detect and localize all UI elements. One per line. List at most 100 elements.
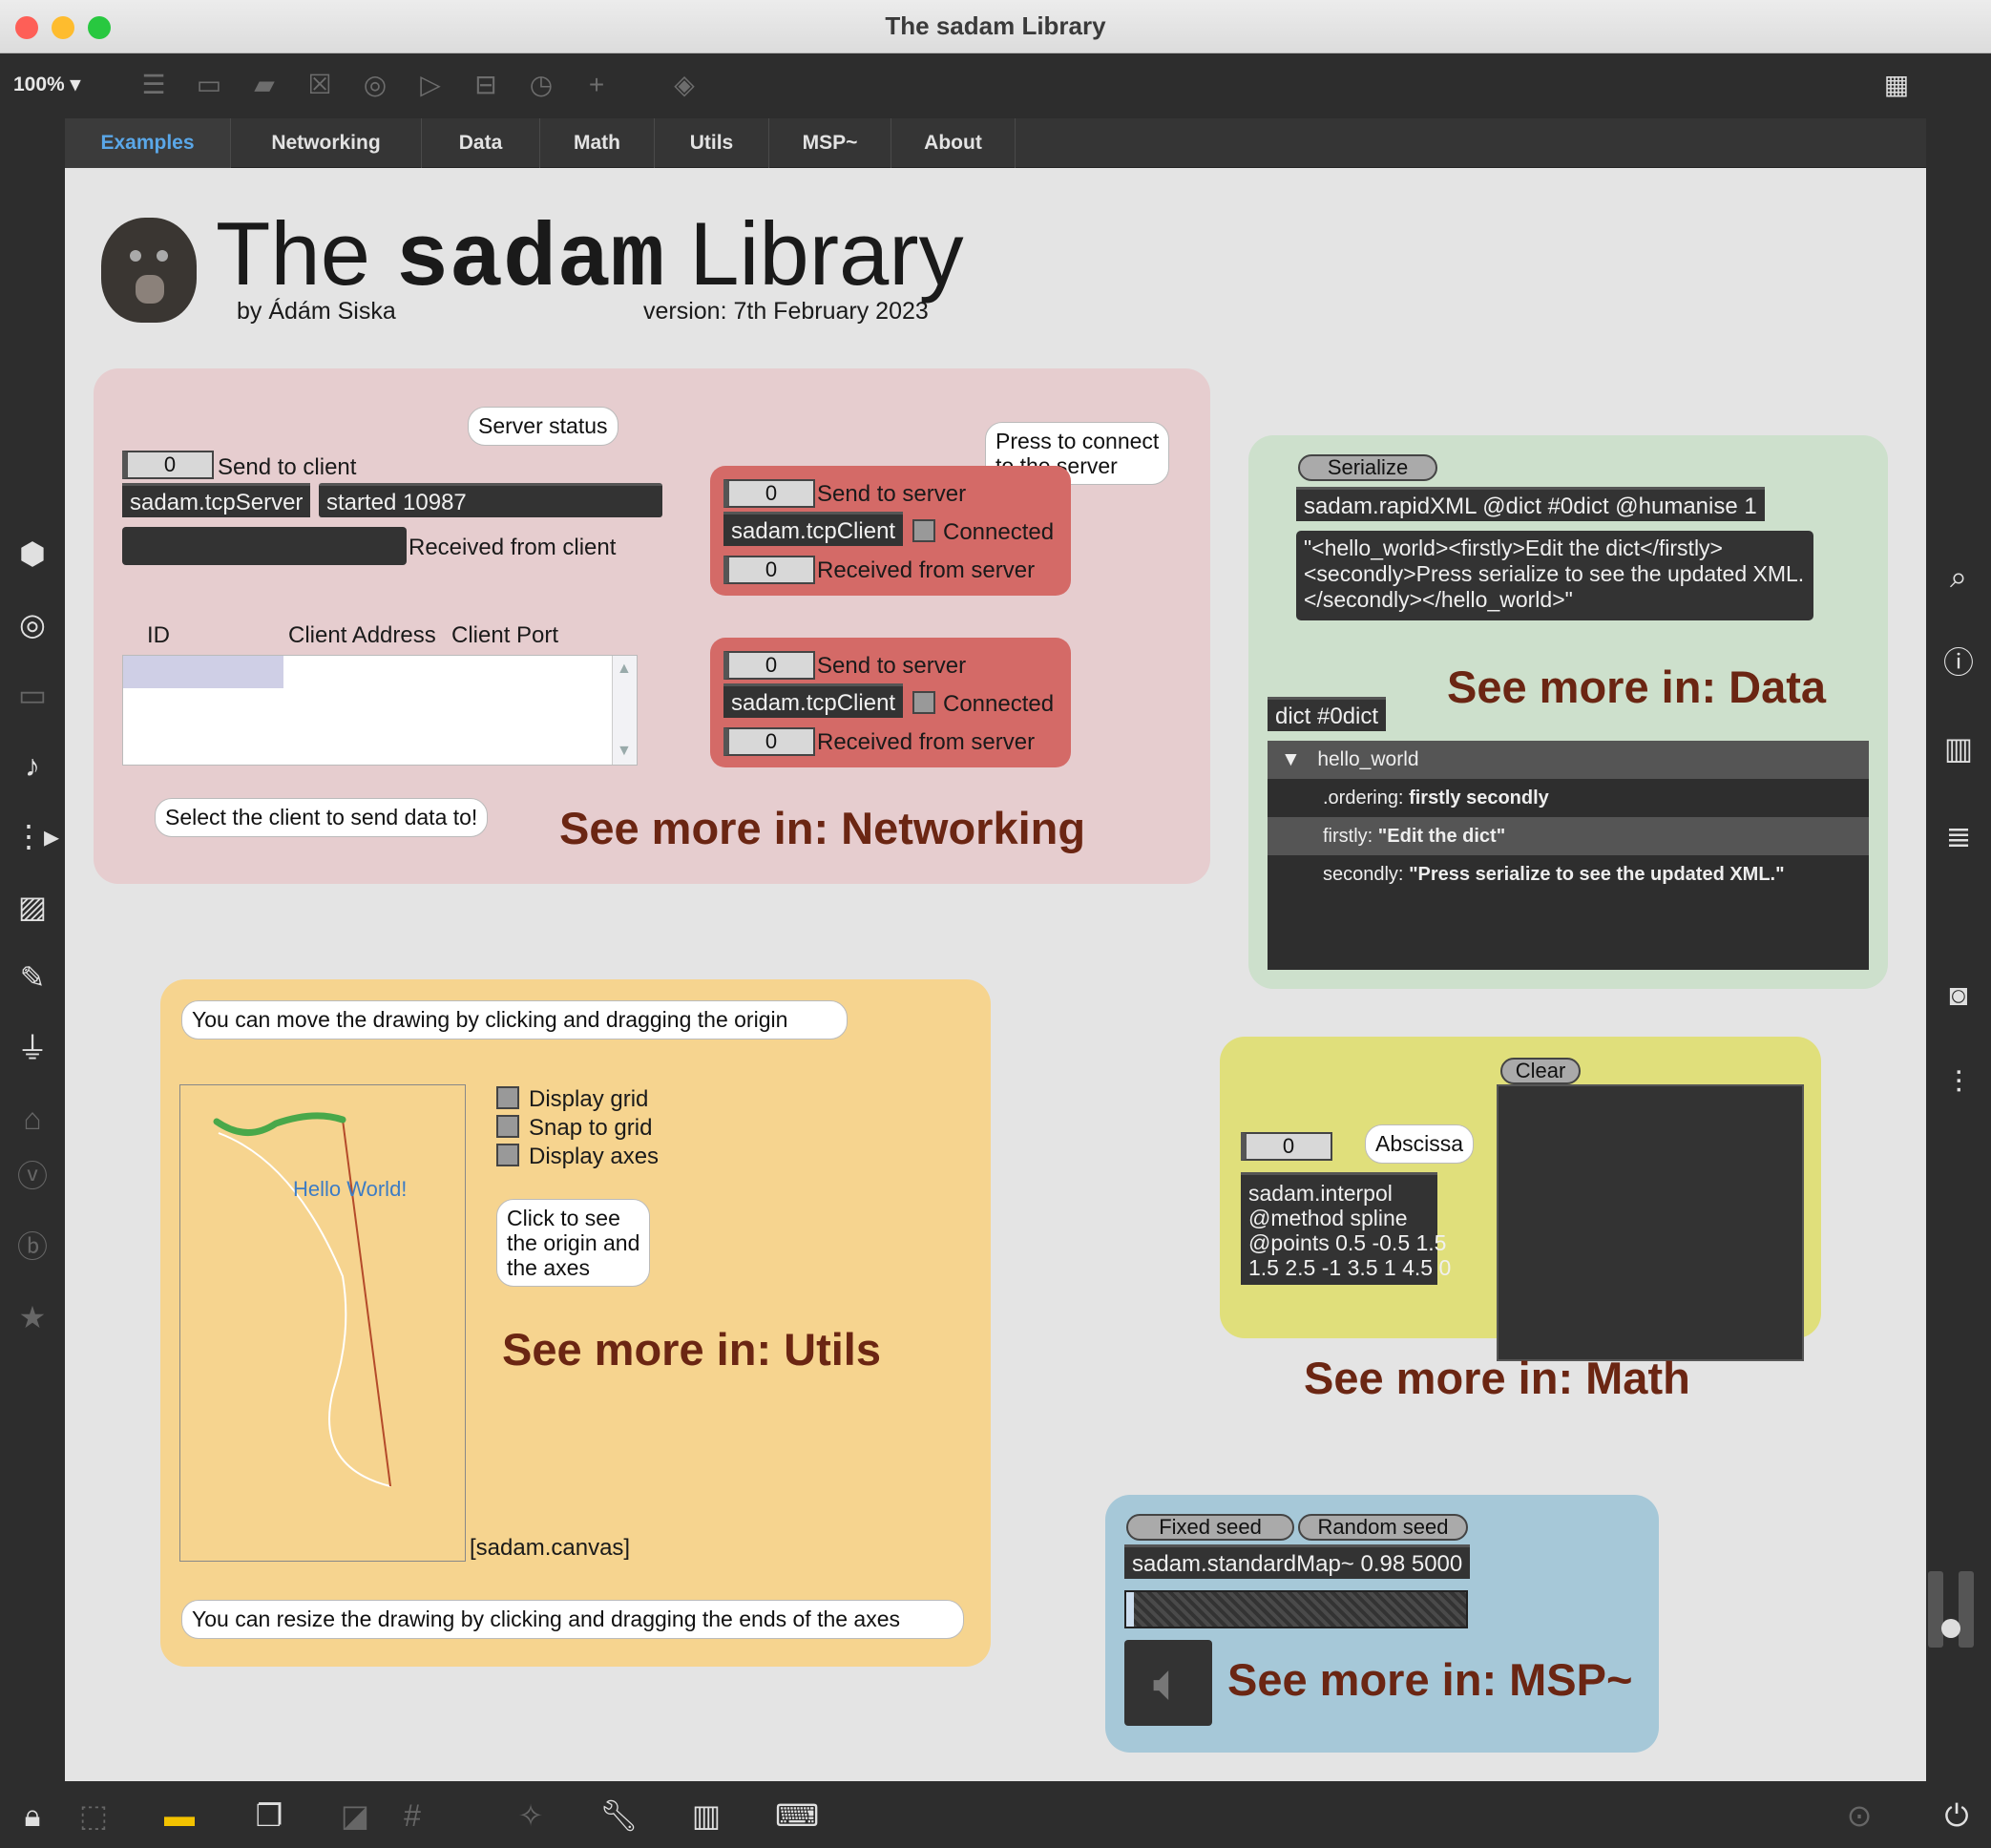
dict-tree-row[interactable]: secondly: "Press serialize to see the up… [1268,855,1869,893]
client-list-selected-row[interactable] [123,656,283,688]
client-table-header-port: Client Port [451,622,559,648]
interpol-object[interactable]: sadam.interpol @method spline @points 0.5 … [1241,1172,1451,1285]
windows-icon[interactable]: ❐ [250,1796,288,1835]
random-seed-button[interactable]: Random seed [1298,1514,1468,1541]
tab-about[interactable]: About [891,118,1016,168]
standard-map-object[interactable]: sadam.standardMap~ 0.98 5000 [1124,1544,1471,1579]
dial-object-icon[interactable]: ◷ [525,69,557,101]
wrench-icon[interactable]: 🔧︎ [599,1796,639,1835]
xml-output-message: "<hello_world><firstly>Edit the dict</fi… [1296,531,1813,620]
new-message-icon[interactable]: ▭ [193,69,225,101]
comment-icon[interactable]: ▰ [248,69,281,101]
button-object-icon[interactable]: ☒ [304,69,336,101]
speaker-icon[interactable]: 🔈︎ [1124,1640,1212,1726]
presentation-icon[interactable]: ▬ [160,1796,199,1835]
display-axes-toggle[interactable] [496,1144,519,1166]
snap-to-grid-toggle[interactable] [496,1115,519,1138]
expand-triangle-icon[interactable]: ▼ [1281,748,1301,770]
patch-cord-icon[interactable]: ✧ [512,1796,550,1835]
plug-icon[interactable]: ⏚ [13,1029,52,1067]
package-icon[interactable]: ⬢ [13,535,52,573]
b-circle-icon[interactable]: ⓑ [13,1228,52,1266]
volume-slider-knob[interactable] [1941,1619,1960,1638]
interpol-object-line: sadam.interpol [1248,1181,1393,1206]
dict-view[interactable]: ▼ hello_world .ordering: firstly secondl… [1268,741,1869,970]
click-origin-bubble: Click to see the origin and the axes [496,1199,651,1287]
scroll-down-icon[interactable]: ▼ [617,744,632,759]
client1-connected-toggle[interactable] [912,519,935,542]
dict-tree-row[interactable]: .ordering: firstly secondly [1268,779,1869,817]
info-icon[interactable]: ⓘ [1939,643,1978,682]
tab-networking[interactable]: Networking [231,118,422,168]
target-icon[interactable]: ◎ [13,605,52,643]
tab-msp[interactable]: MSP~ [769,118,891,168]
fixed-seed-button[interactable]: Fixed seed [1126,1514,1294,1541]
tab-examples[interactable]: Examples [65,118,231,168]
hide-icon[interactable]: ◪ [336,1796,374,1835]
scroll-up-icon[interactable]: ▲ [617,662,632,677]
music-note-icon[interactable]: ♪ [13,746,52,785]
zoom-select[interactable]: 100% ▾ [13,73,80,96]
see-more-math-link[interactable]: See more in: Math [1304,1352,1690,1404]
client2-send-number[interactable]: 0 [723,651,815,680]
send-to-client-number[interactable]: 0 [122,451,214,479]
tab-utils[interactable]: Utils [655,118,769,168]
see-more-networking-link[interactable]: See more in: Networking [559,802,1085,854]
sadam-canvas-drawing[interactable]: Hello World! [179,1084,466,1562]
star-icon[interactable]: ★ [13,1298,52,1336]
camera-icon[interactable]: ◙ [1939,976,1978,1014]
grid-icon[interactable]: # [393,1796,431,1835]
sequence-icon[interactable]: ⋮▸ [13,817,59,855]
tcp-server-object[interactable]: sadam.tcpServer [122,483,311,517]
client2-connected-toggle[interactable] [912,691,935,714]
piano-icon[interactable]: ▥ [687,1796,725,1835]
display-grid-toggle[interactable] [496,1086,519,1109]
tv-icon[interactable]: ▭ [13,676,52,714]
mixer-icon[interactable]: ⫶ [1939,1063,1978,1102]
rapidxml-object[interactable]: sadam.rapidXML @dict #0dict @humanise 1 [1296,487,1765,521]
client1-send-number[interactable]: 0 [723,479,815,508]
see-more-data-link[interactable]: See more in: Data [1447,661,1826,713]
new-object-icon[interactable]: ☰ [137,69,170,101]
see-more-msp-link[interactable]: See more in: MSP~ [1227,1653,1632,1706]
add-object-icon[interactable]: + [580,69,613,101]
title-text-post: Library [664,203,964,304]
image-icon[interactable]: ▨ [13,888,52,926]
play-object-icon[interactable]: ▷ [414,69,447,101]
abscissa-number[interactable]: 0 [1241,1132,1332,1161]
client2-send-label: Send to server [817,653,967,679]
server-status-bubble: Server status [468,407,618,446]
client-list[interactable]: ▲ ▼ [122,655,638,766]
dict-tree-row[interactable]: firstly: "Edit the dict" [1268,817,1869,855]
list-icon[interactable]: ≣ [1939,817,1978,855]
see-more-utils-link[interactable]: See more in: Utils [502,1323,881,1376]
clear-button[interactable]: Clear [1500,1058,1581,1084]
client2-tcp-client-object[interactable]: sadam.tcpClient [723,683,904,718]
paperclip-icon[interactable]: ✎ [13,958,52,997]
device-icon[interactable]: ⌂ [13,1100,52,1138]
tab-data[interactable]: Data [422,118,540,168]
client-list-scrollbar[interactable]: ▲ ▼ [612,656,637,765]
v-circle-icon[interactable]: ⓥ [13,1157,52,1195]
zoom-level: 100% [13,74,65,95]
canvas-drawing-svg[interactable] [180,1085,467,1563]
client-table-header-id: ID [147,622,170,648]
toggle-object-icon[interactable]: ◎ [359,69,391,101]
tab-math[interactable]: Math [540,118,655,168]
power-icon[interactable]: ⏻ [1938,1796,1976,1835]
keyboard-icon[interactable]: ⌨ [775,1796,819,1835]
search-icon[interactable]: ⌕ [1939,557,1978,596]
select-client-bubble: Select the client to send data to! [155,798,489,837]
book-icon[interactable]: ▥ [1939,729,1978,767]
dict-object[interactable]: dict #0dict [1268,697,1387,731]
client1-send-label: Send to server [817,481,967,507]
slider-object-icon[interactable]: ⊟ [470,69,502,101]
pointer-icon[interactable]: ⬚ [74,1796,113,1835]
serialize-button[interactable]: Serialize [1298,454,1437,481]
paint-bucket-icon[interactable]: ◈ [668,69,701,101]
dict-tree-root[interactable]: ▼ hello_world [1268,741,1869,779]
grid-menu-icon[interactable]: ▦ [1880,69,1913,101]
client1-tcp-client-object[interactable]: sadam.tcpClient [723,512,904,546]
lock-icon[interactable]: 🔒︎ [13,1796,52,1835]
audio-play-icon[interactable]: ⊙ [1840,1796,1878,1835]
